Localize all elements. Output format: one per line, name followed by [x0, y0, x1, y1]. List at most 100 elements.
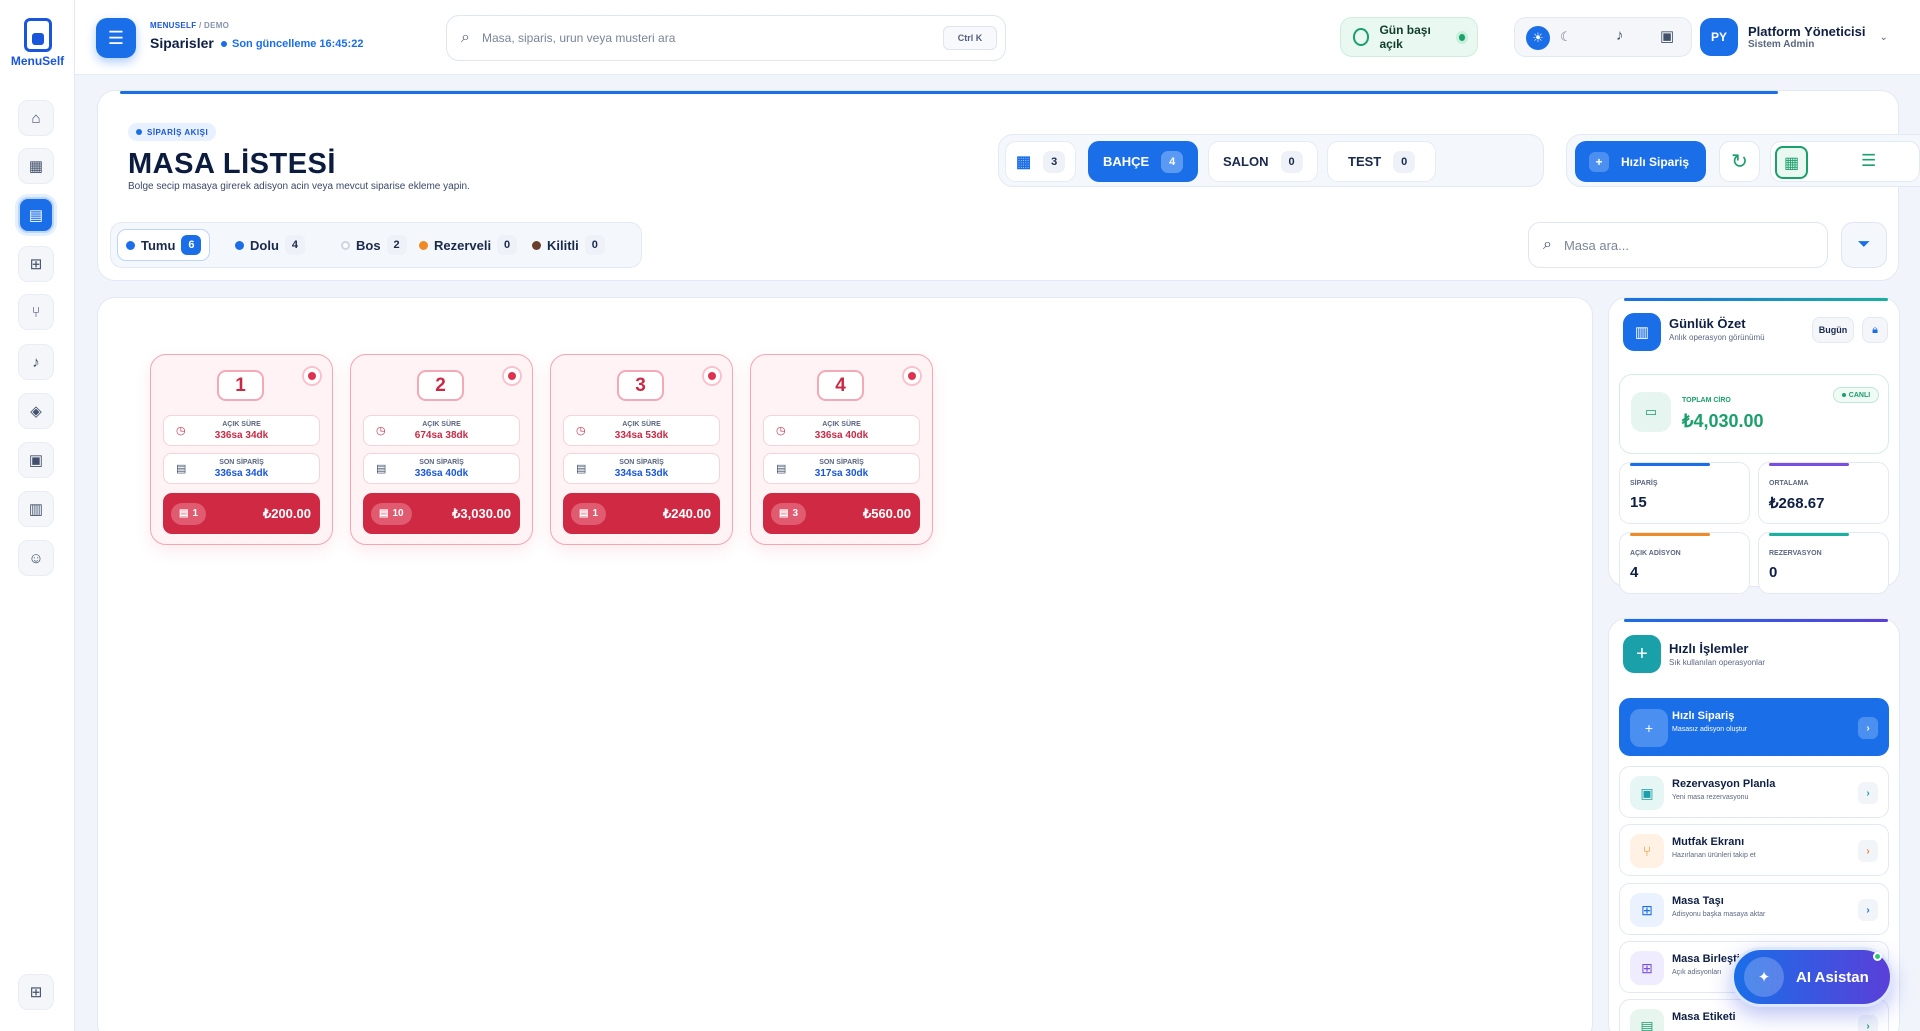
search-input[interactable]: Masa, siparis, urun veya musteri ara	[482, 31, 675, 45]
menu-toggle-button[interactable]: ☰	[96, 18, 136, 58]
stat-value: 0	[1769, 564, 1778, 581]
notification-bell-icon[interactable]: ♪	[1616, 27, 1624, 44]
table-card[interactable]: 4 ◷ AÇIK SÜRE 336sa 40dk ▤ SON SİPARİŞ 317sa 3…	[750, 354, 933, 545]
open-duration-label: AÇIK SÜRE	[822, 421, 861, 428]
quick-actions-title: Hızlı İşlemler	[1669, 641, 1749, 656]
home-icon[interactable]: ⌂	[18, 100, 54, 136]
table-total-bar[interactable]: ▤ 1 ₺200.00	[163, 493, 320, 534]
layers-icon[interactable]: ◈	[18, 393, 54, 429]
plus-icon: +	[1630, 709, 1668, 747]
grid-view-icon[interactable]: ▦	[1775, 146, 1808, 179]
table-total-bar[interactable]: ▤ 3 ₺560.00	[763, 493, 920, 534]
apps-icon[interactable]: ⊞	[18, 974, 54, 1010]
clock-icon	[1353, 28, 1370, 46]
quick-action-plus[interactable]: + Hızlı Sipariş Masasız adisyon oluştur ›	[1619, 698, 1889, 756]
refresh-icon[interactable]: ↻	[1719, 141, 1760, 182]
filter-icon[interactable]: ⏷	[1841, 222, 1887, 268]
table-amount: ₺560.00	[862, 505, 911, 521]
occupied-indicator	[302, 366, 322, 386]
dashboard-icon[interactable]: ▦	[18, 148, 54, 184]
breadcrumb-root[interactable]: MENUSELF	[150, 21, 196, 30]
table-card[interactable]: 3 ◷ AÇIK SÜRE 334sa 53dk ▤ SON SİPARİŞ 334sa 5…	[550, 354, 733, 545]
cutlery-icon: ⑂	[1630, 834, 1664, 868]
quick-order-button[interactable]: + Hızlı Sipariş	[1575, 141, 1706, 182]
chevron-right-icon: ›	[1858, 899, 1878, 921]
last-update-text: Son güncelleme 16:45:22	[232, 38, 364, 50]
quick-action-cutlery[interactable]: ⑂ Mutfak Ekranı Hazırlanan ürünleri takip …	[1619, 824, 1889, 876]
user-menu[interactable]: PY Platform Yöneticisi Sistem Admin ⌄	[1700, 15, 1918, 59]
summary-title: Günlük Özet	[1669, 316, 1746, 331]
quick-action-title: Masa Etiketi	[1672, 1011, 1736, 1023]
dark-mode-icon[interactable]: ☾	[1560, 29, 1572, 45]
stat-accent	[1630, 533, 1710, 536]
breadcrumb-leaf[interactable]: DEMO	[204, 21, 229, 30]
stat-card: SİPARİŞ 15	[1619, 462, 1750, 524]
day-status-button[interactable]: Gün başı açık	[1340, 17, 1478, 57]
orders-icon[interactable]: ▤	[18, 197, 54, 233]
widgets-icon[interactable]: ⊞	[18, 246, 54, 282]
quick-action-title: Rezervasyon Planla	[1672, 778, 1776, 790]
filter-label: Rezerveli	[434, 237, 492, 253]
sidebar: MenuSelf ⌂ ▦ ▤ ⊞ ⑂ ♪ ◈ ▣ ▥ ☺ ⊞	[0, 0, 75, 1031]
quick-action-move[interactable]: ⊞ Masa Taşı Adisyonu başka masaya aktar ›	[1619, 883, 1889, 935]
table-card[interactable]: 2 ◷ AÇIK SÜRE 674sa 38dk ▤ SON SİPARİŞ 336sa 4…	[350, 354, 533, 545]
last-order-label: SON SİPARİŞ	[219, 459, 264, 466]
users-icon[interactable]: ☺	[18, 540, 54, 576]
calendar-icon[interactable]: ▣	[18, 442, 54, 478]
filter-chip-bos[interactable]: Bos 2	[333, 229, 415, 261]
bell-icon[interactable]: ♪	[18, 344, 54, 380]
quick-action-subtitle: Masasız adisyon oluştur	[1672, 726, 1748, 733]
last-order-label: SON SİPARİŞ	[619, 459, 664, 466]
logo-icon	[23, 18, 52, 52]
day-status-dot	[1458, 33, 1465, 41]
search-icon: ⌕	[461, 29, 470, 46]
item-count-value: 3	[792, 508, 799, 519]
open-duration: ◷ AÇIK SÜRE 336sa 40dk	[763, 415, 920, 446]
zone-tab-test[interactable]: TEST 0	[1327, 141, 1437, 182]
filter-chip-rezerveli[interactable]: Rezerveli 0	[411, 229, 525, 261]
global-search[interactable]: ⌕ Masa, siparis, urun veya musteri ara C…	[446, 15, 1006, 61]
filter-label: Dolu	[250, 237, 279, 253]
table-total-bar[interactable]: ▤ 10 ₺3,030.00	[363, 493, 520, 534]
table-search[interactable]: ⌕ Masa ara...	[1528, 222, 1828, 268]
quick-action-title: Masa Taşı	[1672, 895, 1724, 907]
status-dot-icon	[221, 41, 227, 47]
breadcrumb: MENUSELF / DEMO	[150, 21, 229, 30]
brand-logo[interactable]: MenuSelf	[10, 18, 65, 68]
open-duration: ◷ AÇIK SÜRE 336sa 34dk	[163, 415, 320, 446]
stat-label: AÇIK ADİSYON	[1630, 550, 1681, 557]
zone-tab-all[interactable]: ▦ 3	[1005, 141, 1077, 182]
table-amount: ₺200.00	[262, 505, 311, 521]
zone-tab-bahce[interactable]: BAHÇE 4	[1088, 141, 1199, 182]
quick-action-calendar[interactable]: ▣ Rezervasyon Planla Yeni masa rezervasyon…	[1619, 766, 1889, 818]
filter-chip-dolu[interactable]: Dolu 4	[227, 229, 313, 261]
table-card[interactable]: 1 ◷ AÇIK SÜRE 336sa 34dk ▤ SON SİPARİŞ 336sa 3…	[150, 354, 333, 545]
lock-icon[interactable]: 🔒︎	[1862, 317, 1888, 343]
table-search-input[interactable]: Masa ara...	[1564, 238, 1629, 253]
list-view-icon[interactable]: ☰	[1861, 151, 1876, 171]
stat-card: REZERVASYON 0	[1758, 532, 1889, 594]
filter-chip-kilitli[interactable]: Kilitli 0	[524, 229, 613, 261]
ai-assistant-button[interactable]: ✦ AI Asistan	[1731, 947, 1893, 1007]
cutlery-icon[interactable]: ⑂	[18, 294, 54, 330]
today-button[interactable]: Bugün	[1812, 317, 1854, 343]
status-dot-icon	[126, 240, 135, 250]
live-label: CANLI	[1848, 391, 1871, 399]
last-order-value: 336sa 40dk	[414, 468, 469, 479]
quick-action-subtitle: Hazırlanan ürünleri takip et	[1672, 852, 1756, 859]
clock-icon: ◷	[376, 425, 386, 437]
zone-tab-salon[interactable]: SALON 0	[1208, 141, 1318, 182]
item-count: ▤ 1	[171, 502, 207, 525]
table-total-bar[interactable]: ▤ 1 ₺240.00	[563, 493, 720, 534]
calendar-icon[interactable]: ▣	[1660, 27, 1674, 45]
last-order: ▤ SON SİPARİŞ 336sa 34dk	[163, 453, 320, 484]
stat-label: ORTALAMA	[1769, 480, 1809, 487]
light-mode-icon[interactable]: ☀	[1526, 26, 1550, 50]
stat-label: SİPARİŞ	[1630, 480, 1658, 487]
stat-value: 4	[1630, 564, 1639, 581]
stat-accent	[1769, 533, 1849, 536]
stat-label: REZERVASYON	[1769, 550, 1822, 557]
quick-action-title: Hızlı Sipariş	[1672, 710, 1735, 722]
filter-chip-tumu[interactable]: Tumu 6	[117, 229, 211, 261]
chart-icon[interactable]: ▥	[18, 491, 54, 527]
